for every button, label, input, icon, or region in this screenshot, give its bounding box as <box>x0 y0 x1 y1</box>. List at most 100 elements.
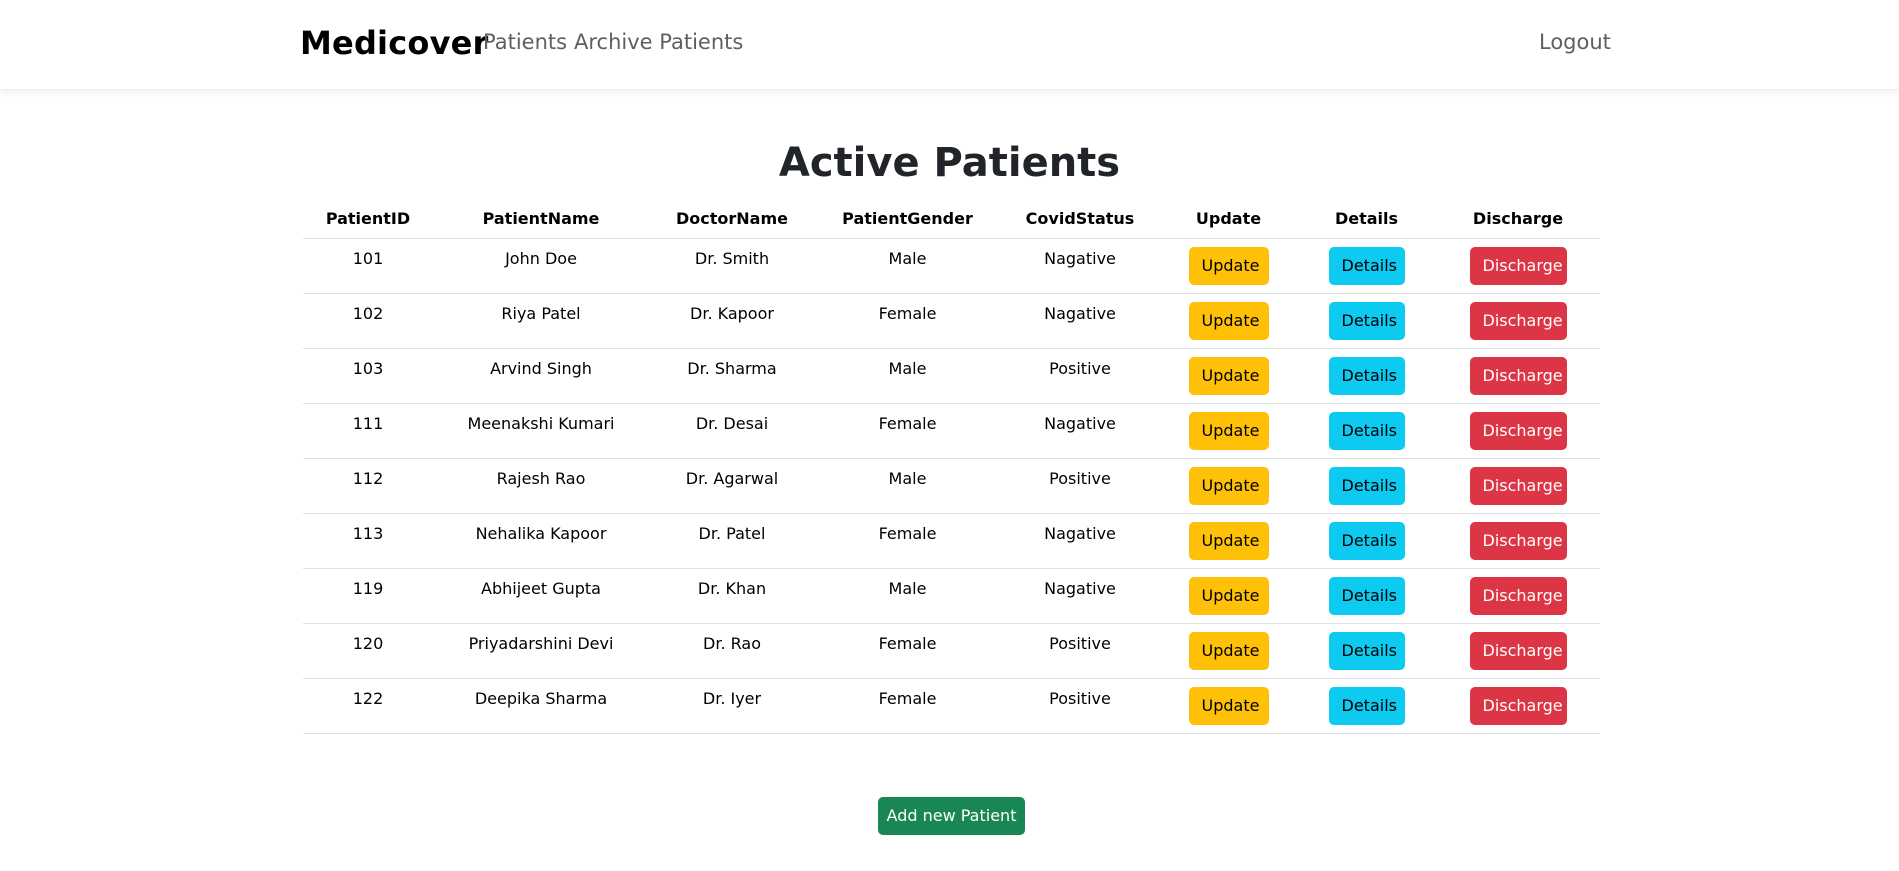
discharge-button[interactable]: Discharge <box>1469 631 1567 670</box>
column-header-discharge: Discharge <box>1436 200 1600 239</box>
discharge-cell: Discharge <box>1436 348 1600 404</box>
update-button[interactable]: Update <box>1188 686 1269 725</box>
patient-gender-cell: Female <box>815 513 1000 569</box>
update-cell: Update <box>1160 458 1297 514</box>
table-row: 122 Deepika Sharma Dr. Iyer Female Positive U… <box>303 678 1600 734</box>
update-button[interactable]: Update <box>1188 466 1269 505</box>
covid-status-cell: Nagative <box>1000 293 1160 349</box>
discharge-cell: Discharge <box>1436 403 1600 459</box>
column-header-doctor-name: DoctorName <box>649 200 815 239</box>
update-cell: Update <box>1160 293 1297 349</box>
discharge-cell: Discharge <box>1436 678 1600 734</box>
patient-gender-cell: Male <box>815 458 1000 514</box>
patient-gender-cell: Female <box>815 678 1000 734</box>
details-cell: Details <box>1297 403 1436 459</box>
details-cell: Details <box>1297 348 1436 404</box>
patients-table: PatientID PatientName DoctorName Patient… <box>303 200 1600 734</box>
table-row: 111 Meenakshi Kumari Dr. Desai Female Nagati… <box>303 403 1600 459</box>
nav-link-patients[interactable]: Patients <box>483 30 567 54</box>
column-header-update: Update <box>1160 200 1297 239</box>
doctor-name-cell: Dr. Patel <box>649 513 815 569</box>
patient-gender-cell: Female <box>815 293 1000 349</box>
patient-name-cell: Meenakshi Kumari <box>433 403 649 459</box>
patient-gender-cell: Male <box>815 238 1000 294</box>
update-cell: Update <box>1160 568 1297 624</box>
patient-name-cell: Priyadarshini Devi <box>433 623 649 679</box>
update-button[interactable]: Update <box>1188 356 1269 395</box>
covid-status-cell: Positive <box>1000 678 1160 734</box>
details-button[interactable]: Details <box>1328 631 1405 670</box>
details-button[interactable]: Details <box>1328 686 1405 725</box>
brand-logo[interactable]: Medicover <box>300 24 489 62</box>
patient-name-cell: John Doe <box>433 238 649 294</box>
logout-link[interactable]: Logout <box>1539 30 1611 54</box>
discharge-cell: Discharge <box>1436 623 1600 679</box>
discharge-cell: Discharge <box>1436 458 1600 514</box>
update-button[interactable]: Update <box>1188 301 1269 340</box>
covid-status-cell: Nagative <box>1000 568 1160 624</box>
doctor-name-cell: Dr. Agarwal <box>649 458 815 514</box>
details-button[interactable]: Details <box>1328 356 1405 395</box>
details-button[interactable]: Details <box>1328 301 1405 340</box>
table-row: 102 Riya Patel Dr. Kapoor Female Nagative Upd… <box>303 293 1600 349</box>
doctor-name-cell: Dr. Kapoor <box>649 293 815 349</box>
patients-table-body: 101 John Doe Dr. Smith Male Nagative Update De… <box>303 238 1600 734</box>
discharge-button[interactable]: Discharge <box>1469 576 1567 615</box>
update-cell: Update <box>1160 513 1297 569</box>
update-button[interactable]: Update <box>1188 576 1269 615</box>
details-button[interactable]: Details <box>1328 246 1405 285</box>
details-cell: Details <box>1297 458 1436 514</box>
details-cell: Details <box>1297 568 1436 624</box>
patient-name-cell: Deepika Sharma <box>433 678 649 734</box>
discharge-button[interactable]: Discharge <box>1469 356 1567 395</box>
details-button[interactable]: Details <box>1328 521 1405 560</box>
discharge-button[interactable]: Discharge <box>1469 466 1567 505</box>
doctor-name-cell: Dr. Sharma <box>649 348 815 404</box>
patient-gender-cell: Male <box>815 568 1000 624</box>
update-button[interactable]: Update <box>1188 411 1269 450</box>
discharge-cell: Discharge <box>1436 238 1600 294</box>
details-button[interactable]: Details <box>1328 411 1405 450</box>
discharge-button[interactable]: Discharge <box>1469 301 1567 340</box>
patient-gender-cell: Male <box>815 348 1000 404</box>
doctor-name-cell: Dr. Iyer <box>649 678 815 734</box>
column-header-patient-id: PatientID <box>303 200 433 239</box>
patient-gender-cell: Female <box>815 623 1000 679</box>
doctor-name-cell: Dr. Desai <box>649 403 815 459</box>
update-button[interactable]: Update <box>1188 631 1269 670</box>
update-cell: Update <box>1160 678 1297 734</box>
nav-link-archive-patients[interactable]: Archive Patients <box>574 30 743 54</box>
patient-id-cell: 111 <box>303 403 433 459</box>
patient-name-cell: Abhijeet Gupta <box>433 568 649 624</box>
discharge-button[interactable]: Discharge <box>1469 246 1567 285</box>
covid-status-cell: Positive <box>1000 348 1160 404</box>
patient-id-cell: 103 <box>303 348 433 404</box>
discharge-cell: Discharge <box>1436 293 1600 349</box>
table-row: 112 Rajesh Rao Dr. Agarwal Male Positive Upda… <box>303 458 1600 514</box>
patient-name-cell: Rajesh Rao <box>433 458 649 514</box>
update-button[interactable]: Update <box>1188 521 1269 560</box>
patient-id-cell: 119 <box>303 568 433 624</box>
patient-id-cell: 102 <box>303 293 433 349</box>
details-button[interactable]: Details <box>1328 466 1405 505</box>
discharge-cell: Discharge <box>1436 568 1600 624</box>
discharge-button[interactable]: Discharge <box>1469 411 1567 450</box>
patient-id-cell: 120 <box>303 623 433 679</box>
update-cell: Update <box>1160 403 1297 459</box>
patient-name-cell: Riya Patel <box>433 293 649 349</box>
patient-id-cell: 112 <box>303 458 433 514</box>
table-row: 101 John Doe Dr. Smith Male Nagative Update De… <box>303 238 1600 294</box>
discharge-button[interactable]: Discharge <box>1469 686 1567 725</box>
details-button[interactable]: Details <box>1328 576 1405 615</box>
column-header-details: Details <box>1297 200 1436 239</box>
table-row: 119 Abhijeet Gupta Dr. Khan Male Nagative Upd… <box>303 568 1600 624</box>
top-navbar: Medicover Patients Archive Patients Logo… <box>0 0 1899 90</box>
details-cell: Details <box>1297 678 1436 734</box>
update-button[interactable]: Update <box>1188 246 1269 285</box>
add-new-patient-button[interactable]: Add new Patient <box>878 797 1025 835</box>
covid-status-cell: Positive <box>1000 623 1160 679</box>
details-cell: Details <box>1297 238 1436 294</box>
patient-id-cell: 113 <box>303 513 433 569</box>
discharge-button[interactable]: Discharge <box>1469 521 1567 560</box>
covid-status-cell: Nagative <box>1000 238 1160 294</box>
